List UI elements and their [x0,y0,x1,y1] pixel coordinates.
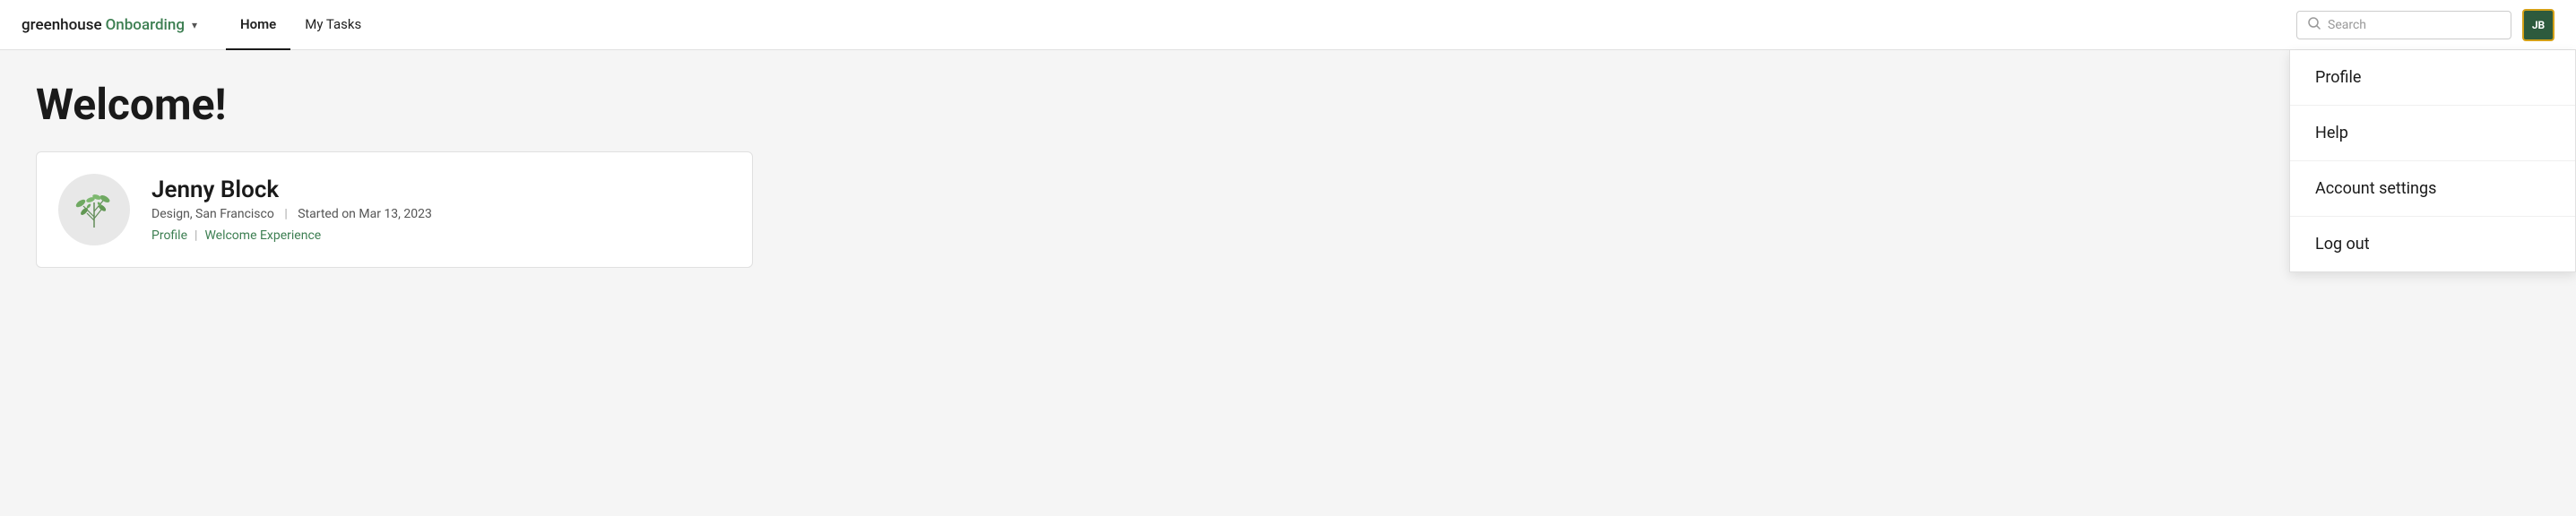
user-avatar-button[interactable]: JB [2522,9,2554,41]
user-links: Profile | Welcome Experience [151,228,432,243]
logo-onboarding-text: Onboarding [106,16,185,34]
nav-item-my-tasks[interactable]: My Tasks [290,0,376,50]
logo-greenhouse-text: greenhouse [22,16,102,34]
search-placeholder-text: Search [2328,18,2366,32]
welcome-heading: Welcome! [36,79,1219,130]
user-info: Jenny Block Design, San Francisco | Star… [151,176,432,243]
search-icon [2308,17,2321,33]
user-department: Design, San Francisco [151,207,274,221]
chevron-down-icon: ▾ [192,19,197,31]
user-card: Jenny Block Design, San Francisco | Star… [36,151,753,268]
navbar-right: Search JB [2296,9,2554,41]
link-divider: | [194,228,197,243]
search-box[interactable]: Search [2296,11,2511,39]
user-meta: Design, San Francisco | Started on Mar 1… [151,207,432,221]
profile-link[interactable]: Profile [151,228,187,243]
logo[interactable]: greenhouse Onboarding ▾ [22,16,197,34]
user-initials: JB [2532,19,2545,31]
user-started: Started on Mar 13, 2023 [298,207,432,221]
plant-illustration [69,185,119,235]
navbar: greenhouse Onboarding ▾ Home My Tasks Se… [0,0,2576,50]
nav-item-home[interactable]: Home [226,0,290,50]
dropdown-item-account-settings[interactable]: Account settings [2290,161,2575,217]
nav-links: Home My Tasks [226,0,2296,50]
user-name: Jenny Block [151,176,432,203]
welcome-experience-link[interactable]: Welcome Experience [204,228,321,243]
user-avatar-large [58,174,130,245]
main-content: Welcome! [0,50,1255,297]
meta-divider: | [284,207,287,221]
dropdown-menu: ProfileHelpAccount settingsLog out [2289,50,2576,272]
dropdown-item-profile[interactable]: Profile [2290,50,2575,106]
dropdown-item-help[interactable]: Help [2290,106,2575,161]
dropdown-item-log-out[interactable]: Log out [2290,217,2575,271]
